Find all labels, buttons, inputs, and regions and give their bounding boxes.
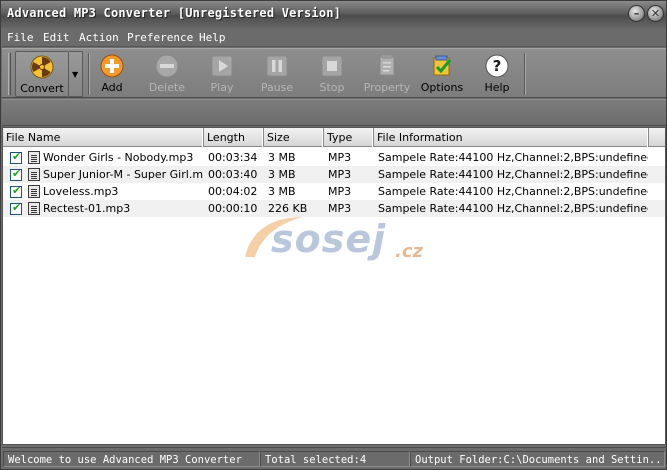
menu-preference[interactable]: Preference [127, 31, 193, 44]
watermark-logo: sosej .cz [241, 211, 441, 271]
type-cell: MP3 [328, 185, 352, 198]
play-icon [211, 55, 233, 77]
status-message: Welcome to use Advanced MP3 Converter [3, 451, 260, 467]
row-checkbox[interactable]: ✔ [10, 150, 22, 164]
svg-text:?: ? [493, 57, 502, 75]
convert-dropdown-button[interactable]: ▼ [69, 51, 83, 97]
size-cell: 3 MB [268, 168, 296, 181]
window-title: Advanced MP3 Converter [Unregistered Ver… [7, 6, 342, 20]
delete-button[interactable]: Delete [140, 51, 194, 97]
convert-label: Convert [20, 82, 64, 95]
audio-file-icon [28, 202, 40, 215]
column-header-length[interactable]: Length [204, 128, 264, 147]
size-cell: 3 MB [268, 151, 296, 164]
radiation-icon [30, 55, 54, 79]
row-checkbox[interactable]: ✔ [10, 201, 22, 215]
watermark-text: sosej [271, 217, 387, 261]
file-info-cell: Sampele Rate:44100 Hz,Channel:2,BPS:unde… [378, 185, 648, 198]
minus-icon [155, 54, 179, 78]
help-button[interactable]: ? Help [470, 51, 524, 97]
checkmark-icon: ✔ [12, 201, 22, 214]
size-cell: 3 MB [268, 185, 296, 198]
file-name-cell: Wonder Girls - Nobody.mp3 [43, 151, 194, 164]
options-label: Options [420, 81, 464, 94]
stop-button[interactable]: Stop [305, 51, 359, 97]
status-bar: Welcome to use Advanced MP3 Converter To… [2, 447, 666, 469]
minimize-button[interactable]: – [628, 5, 645, 22]
file-name-cell: Rectest-01.mp3 [43, 202, 131, 215]
status-selected-count: Total selected:4 [260, 451, 410, 467]
audio-file-icon [28, 185, 40, 198]
status-output-folder: Output Folder:C:\Documents and Settin... [410, 451, 665, 467]
question-icon: ? [485, 54, 509, 78]
table-row[interactable]: ✔ Wonder Girls - Nobody.mp3 00:03:34 3 M… [3, 149, 665, 166]
app-window: Advanced MP3 Converter [Unregistered Ver… [0, 0, 667, 470]
audio-file-icon [28, 151, 40, 164]
toolbar-grip[interactable] [8, 53, 11, 95]
table-row[interactable]: ✔ Loveless.mp3 00:04:02 3 MB MP3 Sampele… [3, 183, 665, 200]
add-label: Add [101, 81, 123, 94]
type-cell: MP3 [328, 151, 352, 164]
toolbar-separator [524, 53, 526, 95]
column-header-size[interactable]: Size [264, 128, 324, 147]
add-button[interactable]: Add [85, 51, 139, 97]
title-bar[interactable]: Advanced MP3 Converter [Unregistered Ver… [1, 1, 666, 28]
pause-icon [266, 55, 288, 77]
list-header: File Name Length Size Type File Informat… [3, 128, 665, 147]
length-cell: 00:03:34 [208, 151, 258, 164]
delete-label: Delete [148, 81, 186, 94]
watermark-tld: .cz [395, 241, 423, 262]
document-icon [379, 55, 395, 76]
play-label: Play [210, 81, 234, 94]
minimize-icon: – [633, 7, 640, 20]
file-info-cell: Sampele Rate:44100 Hz,Channel:2,BPS:unde… [378, 168, 648, 181]
menu-help[interactable]: Help [199, 31, 226, 44]
property-label: Property [363, 81, 411, 94]
play-button[interactable]: Play [195, 51, 249, 97]
pause-label: Pause [260, 81, 294, 94]
options-button[interactable]: Options [415, 51, 469, 97]
property-button[interactable]: Property [360, 51, 414, 97]
length-cell: 00:04:02 [208, 185, 258, 198]
convert-button[interactable]: Convert [15, 51, 69, 97]
type-cell: MP3 [328, 168, 352, 181]
column-header-filler [649, 128, 665, 147]
audio-file-icon [28, 168, 40, 181]
menu-edit[interactable]: Edit [43, 31, 70, 44]
file-name-cell: Loveless.mp3 [43, 185, 119, 198]
pause-button[interactable]: Pause [250, 51, 304, 97]
column-header-file-information[interactable]: File Information [374, 128, 649, 147]
options-check-icon [433, 55, 452, 76]
row-checkbox[interactable]: ✔ [10, 184, 22, 198]
sub-toolbar [2, 99, 666, 126]
length-cell: 00:03:40 [208, 168, 258, 181]
row-checkbox[interactable]: ✔ [10, 167, 22, 181]
checkmark-icon: ✔ [12, 167, 22, 180]
toolbar: Convert ▼ Add Delete Play Pause Stop Pro… [2, 48, 666, 98]
file-name-cell: Super Junior-M - Super Girl.mp3 [43, 168, 203, 181]
close-button[interactable]: ✕ [647, 5, 664, 22]
plus-icon [100, 54, 124, 78]
column-header-file-name[interactable]: File Name [3, 128, 204, 147]
file-list[interactable]: File Name Length Size Type File Informat… [2, 127, 666, 445]
column-header-type[interactable]: Type [324, 128, 374, 147]
stop-icon [321, 55, 343, 77]
file-info-cell: Sampele Rate:44100 Hz,Channel:2,BPS:unde… [378, 151, 648, 164]
stop-label: Stop [319, 81, 345, 94]
menu-bar: File Edit Action Preference Help [2, 28, 666, 47]
checkmark-icon: ✔ [12, 184, 22, 197]
menu-file[interactable]: File [7, 31, 34, 44]
help-label: Help [484, 81, 510, 94]
table-row[interactable]: ✔ Super Junior-M - Super Girl.mp3 00:03:… [3, 166, 665, 183]
close-icon: ✕ [650, 7, 661, 20]
checkmark-icon: ✔ [12, 150, 22, 163]
menu-action[interactable]: Action [79, 31, 119, 44]
chevron-down-icon: ▼ [72, 70, 79, 79]
